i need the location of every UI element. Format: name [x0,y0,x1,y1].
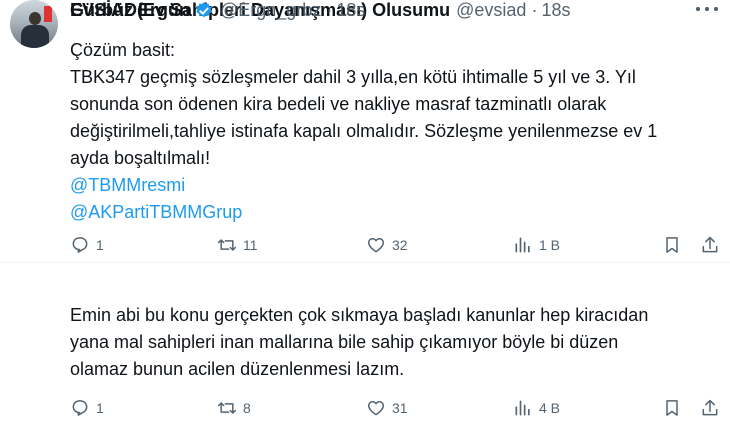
repost-icon [217,239,237,251]
tweet-actions: 1 11 32 1 B [70,230,720,260]
timestamp[interactable]: 18s [336,0,365,21]
more-icon[interactable] [696,0,718,18]
views-count: 4 B [539,400,561,416]
repost-count: 11 [243,237,258,253]
mention-link[interactable]: @TBMMresmi [70,172,722,199]
views-icon [515,237,530,253]
separator-dot: · [531,0,538,20]
author-handle[interactable]: @Ergn_grbz [220,0,321,21]
repost-icon [217,402,237,414]
verified-badge-icon [196,1,212,17]
views-count: 1 B [539,237,561,253]
tweet-text-line: ayda boşaltılmalı! [70,148,211,168]
repost-count: 8 [243,400,251,416]
tweet-text-line: Çözüm basit: [70,40,176,60]
like-button[interactable]: 32 [366,230,408,260]
like-count: 31 [392,400,408,416]
mention-link[interactable]: @AKPartiTBMMGrup [70,199,722,226]
tweet-text-line: sonunda son ödenen kira bedeli ve nakliy… [70,94,607,114]
repost-button[interactable]: 11 [217,230,258,260]
share-icon [702,236,718,253]
tweet-text-line: olamaz bunun acilen düzenlenmesi lazım. [70,359,405,379]
tweet-text-line: değiştirilmeli,tahliye istinafa kapalı o… [70,121,658,141]
separator-dot: · [326,0,333,20]
tweet-text-line: TBK347 geçmiş sözleşmeler dahil 3 yılla,… [70,67,636,87]
bookmark-icon [666,400,678,416]
heart-icon [367,238,385,253]
author-name[interactable]: Gürbüz Ergün [70,0,190,21]
tweet-header: Gürbüz Ergün @Ergn_grbz · 18s [70,0,365,21]
reply-count: 1 [96,237,104,253]
author-handle[interactable]: @evsiad [456,0,526,21]
reply-button[interactable]: 1 [70,393,104,423]
reply-icon [72,400,88,416]
views-button[interactable]: 1 B [513,230,560,260]
timestamp[interactable]: 18s [541,0,570,21]
reply-count: 1 [96,400,104,416]
tweet-text: Emin abi bu konu gerçekten çok sıkmaya b… [70,302,722,383]
tweet-text-line: Emin abi bu konu gerçekten çok sıkmaya b… [70,305,649,325]
tweet-actions: 1 8 31 4 B [70,393,720,423]
like-count: 32 [392,237,408,253]
tweet-text-line: yana mal sahipleri inan mallarına bile s… [70,332,619,352]
like-button[interactable]: 31 [366,393,408,423]
bookmark-button[interactable] [662,393,682,423]
bookmark-button[interactable] [662,230,682,260]
share-button[interactable] [700,393,720,423]
repost-button[interactable]: 8 [217,393,251,423]
bookmark-icon [666,237,678,253]
views-button[interactable]: 4 B [513,393,560,423]
reply-icon [72,237,88,253]
reply-button[interactable]: 1 [70,230,104,260]
heart-icon [367,401,385,416]
share-icon [702,399,718,416]
views-icon [515,400,530,416]
tweet-text: Çözüm basit: TBK347 geçmiş sözleşmeler d… [70,37,722,226]
share-button[interactable] [700,230,720,260]
avatar[interactable] [10,0,58,48]
